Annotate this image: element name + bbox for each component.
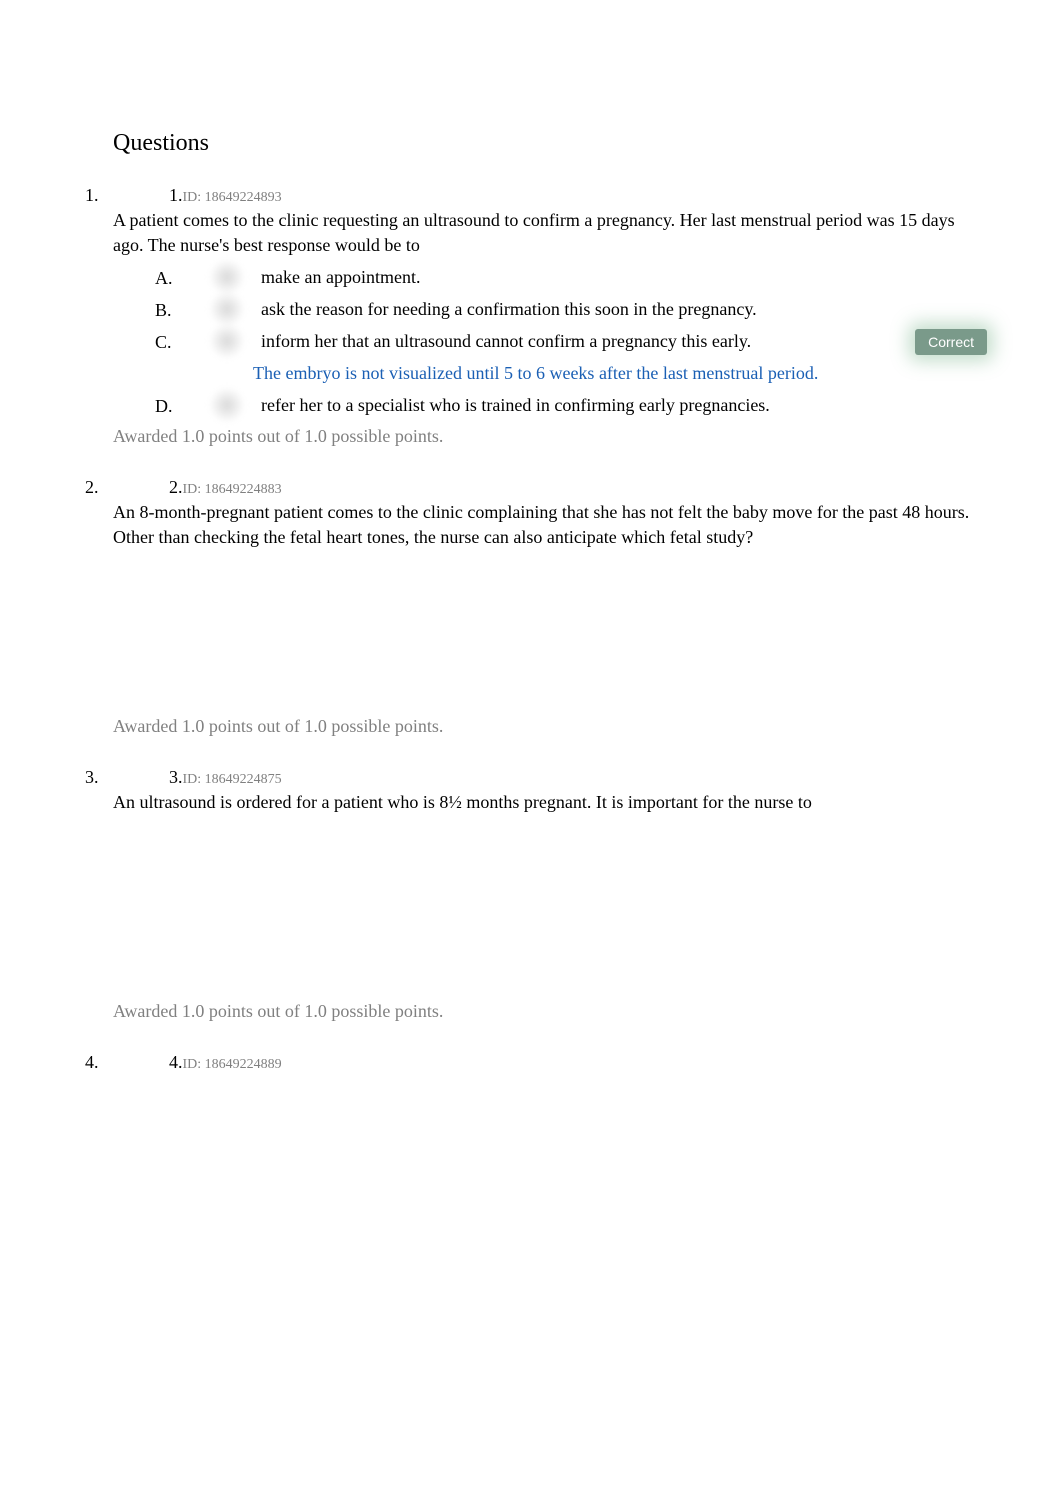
answer-explanation: The embryo is not visualized until 5 to … xyxy=(253,362,977,385)
option-item: B. ask the reason for needing a confirma… xyxy=(155,298,977,322)
option-text: ask the reason for needing a confirmatio… xyxy=(261,299,757,319)
question-text: An ultrasound is ordered for a patient w… xyxy=(113,790,977,815)
question-text: A patient comes to the clinic requesting… xyxy=(113,208,977,258)
option-letter: C. xyxy=(155,332,172,353)
question-number: 4. xyxy=(169,1052,183,1072)
options-list-continued: D. refer her to a specialist who is trai… xyxy=(155,394,977,418)
question-number: 2. xyxy=(169,477,183,497)
question-id: ID: 18649224889 xyxy=(183,1057,282,1072)
radio-blur-icon xyxy=(210,388,244,422)
question-item: 3.ID: 18649224875 An ultrasound is order… xyxy=(85,767,977,1022)
radio-blur-icon xyxy=(210,260,244,294)
option-text: make an appointment. xyxy=(261,267,420,287)
option-letter: D. xyxy=(155,396,173,417)
question-item: 2.ID: 18649224883 An 8-month-pregnant pa… xyxy=(85,477,977,737)
question-id: ID: 18649224883 xyxy=(183,482,282,497)
radio-blur-icon xyxy=(210,292,244,326)
option-letter: B. xyxy=(155,300,172,321)
question-number: 1. xyxy=(169,185,183,205)
question-item: 4.ID: 18649224889 xyxy=(85,1052,977,1415)
radio-blur-icon xyxy=(210,324,244,358)
option-text: refer her to a specialist who is trained… xyxy=(261,395,770,415)
question-number: 3. xyxy=(169,767,183,787)
option-item: D. refer her to a specialist who is trai… xyxy=(155,394,977,418)
question-text: An 8-month-pregnant patient comes to the… xyxy=(113,500,977,550)
awarded-points: Awarded 1.0 points out of 1.0 possible p… xyxy=(113,426,977,447)
correct-badge: Correct xyxy=(915,329,987,355)
page-title: Questions xyxy=(113,130,977,157)
hidden-content-spacer xyxy=(85,1075,977,1415)
question-id: ID: 18649224893 xyxy=(183,190,282,205)
option-letter: A. xyxy=(155,268,173,289)
question-id: ID: 18649224875 xyxy=(183,772,282,787)
hidden-content-spacer xyxy=(85,558,977,708)
awarded-points: Awarded 1.0 points out of 1.0 possible p… xyxy=(113,1001,977,1022)
option-item: A. make an appointment. xyxy=(155,266,977,290)
option-text: inform her that an ultrasound cannot con… xyxy=(261,331,751,351)
options-list: A. make an appointment. B. ask the reaso… xyxy=(155,266,977,354)
question-list: 1.ID: 18649224893 A patient comes to the… xyxy=(85,185,977,1415)
hidden-content-spacer xyxy=(85,823,977,993)
awarded-points: Awarded 1.0 points out of 1.0 possible p… xyxy=(113,716,977,737)
option-item: C. inform her that an ultrasound cannot … xyxy=(155,330,977,354)
question-item: 1.ID: 18649224893 A patient comes to the… xyxy=(85,185,977,447)
